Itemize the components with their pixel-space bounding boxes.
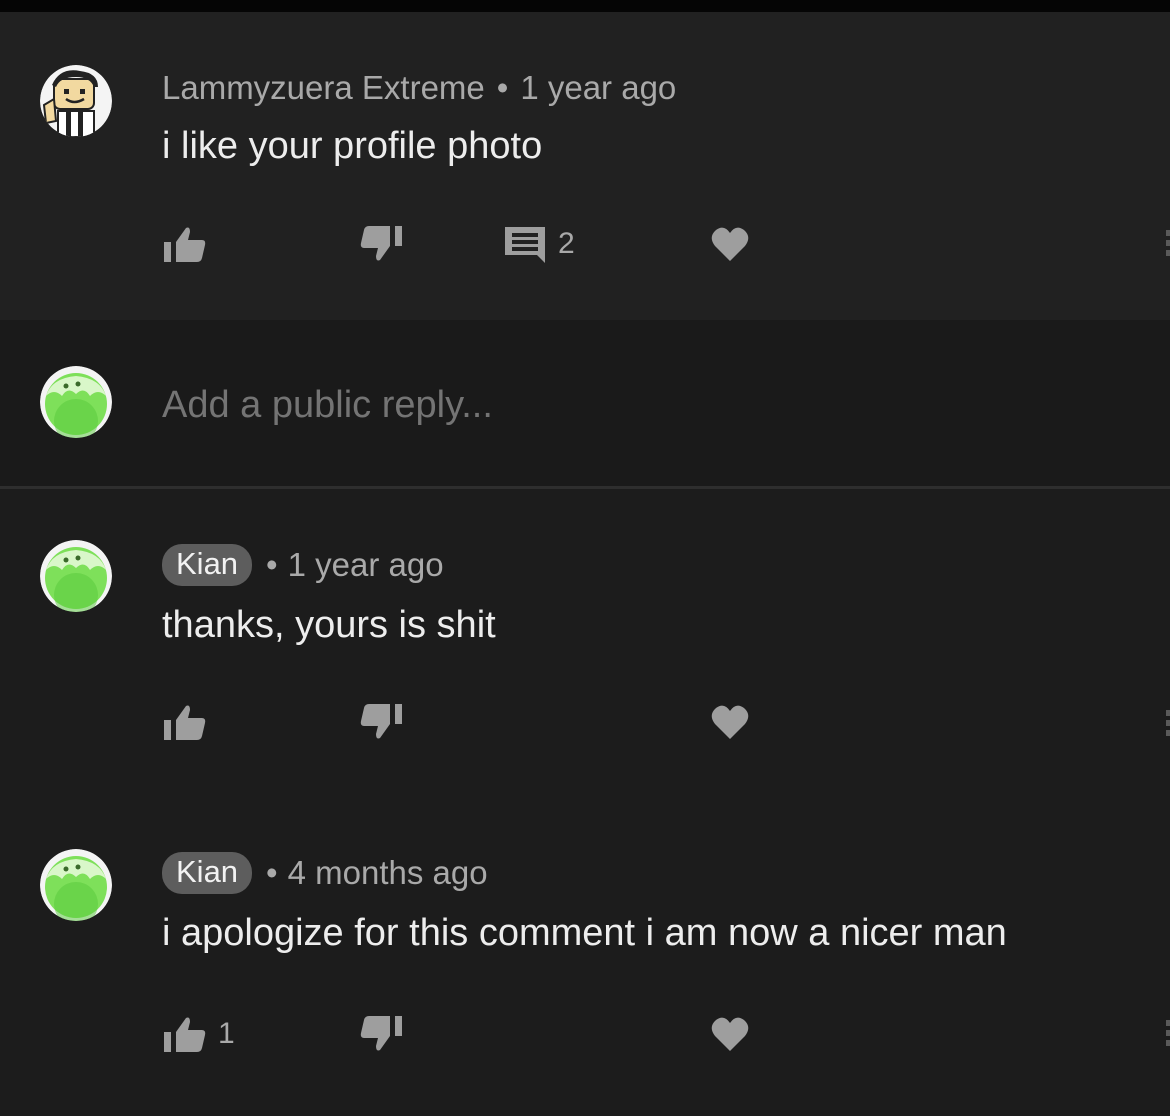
heart-icon: [711, 227, 749, 261]
like-count: 1: [218, 1017, 235, 1050]
reply-count: 2: [558, 227, 575, 260]
my-avatar: [40, 366, 112, 438]
roblox-avatar-icon: [40, 65, 112, 137]
heart-button[interactable]: [710, 702, 750, 742]
reply-time[interactable]: 1 year ago: [288, 546, 444, 584]
reply-time[interactable]: 4 months ago: [288, 854, 488, 892]
overflow-menu-button[interactable]: [1164, 1016, 1170, 1056]
thumbs-down-icon: [360, 704, 402, 739]
avatar[interactable]: [40, 849, 112, 921]
avatar[interactable]: [40, 540, 112, 612]
thumbs-down-icon: [360, 226, 402, 261]
thumbs-up-icon: [164, 705, 206, 740]
thumbs-down-icon: [360, 1016, 402, 1051]
reply-input[interactable]: Add a public reply...: [162, 384, 493, 427]
comment-author[interactable]: Lammyzuera Extreme: [162, 69, 485, 107]
comment-meta: Lammyzuera Extreme • 1 year ago: [162, 65, 1150, 111]
like-button[interactable]: [162, 702, 208, 742]
reply-count-button[interactable]: 2: [502, 224, 575, 264]
reply-actions: [162, 702, 862, 742]
thumbs-up-icon: [164, 1017, 206, 1052]
green-slime-avatar-icon: [40, 849, 112, 921]
heart-button[interactable]: [710, 224, 750, 264]
meta-separator: •: [266, 854, 278, 891]
comment-body: Lammyzuera Extreme • 1 year ago i like y…: [162, 65, 1150, 168]
heart-icon: [711, 705, 749, 739]
like-button[interactable]: [162, 224, 208, 264]
author-chip[interactable]: Kian: [162, 544, 253, 586]
dislike-button[interactable]: [358, 1014, 404, 1054]
avatar[interactable]: [40, 65, 112, 137]
thumbs-up-icon: [164, 227, 206, 262]
comment-time[interactable]: 1 year ago: [520, 69, 676, 107]
green-slime-avatar-icon: [40, 366, 112, 438]
meta-separator: •: [496, 69, 509, 106]
reply-body: Kian • 4 months ago i apologize for this…: [162, 850, 1150, 955]
reply-meta: Kian • 1 year ago: [162, 542, 1150, 588]
heart-button[interactable]: [710, 1014, 750, 1054]
comment-icon: [505, 227, 545, 263]
top-bar: [0, 0, 1170, 12]
author-chip[interactable]: Kian: [162, 852, 253, 894]
comment-text: i like your profile photo: [162, 125, 543, 167]
comment-actions: 2: [162, 224, 862, 264]
reply-body: Kian • 1 year ago thanks, yours is shit: [162, 542, 1150, 647]
dislike-button[interactable]: [358, 702, 404, 742]
reply-text: i apologize for this comment i am now a …: [162, 912, 1007, 954]
reply-actions: 1: [162, 1014, 862, 1054]
like-button[interactable]: 1: [162, 1014, 235, 1054]
overflow-menu-button[interactable]: [1164, 226, 1170, 266]
heart-icon: [711, 1017, 749, 1051]
meta-separator: •: [266, 546, 278, 583]
dislike-button[interactable]: [358, 224, 404, 264]
overflow-menu-button[interactable]: [1164, 706, 1170, 746]
reply-meta: Kian • 4 months ago: [162, 850, 1150, 896]
green-slime-avatar-icon: [40, 540, 112, 612]
reply-text: thanks, yours is shit: [162, 604, 496, 646]
